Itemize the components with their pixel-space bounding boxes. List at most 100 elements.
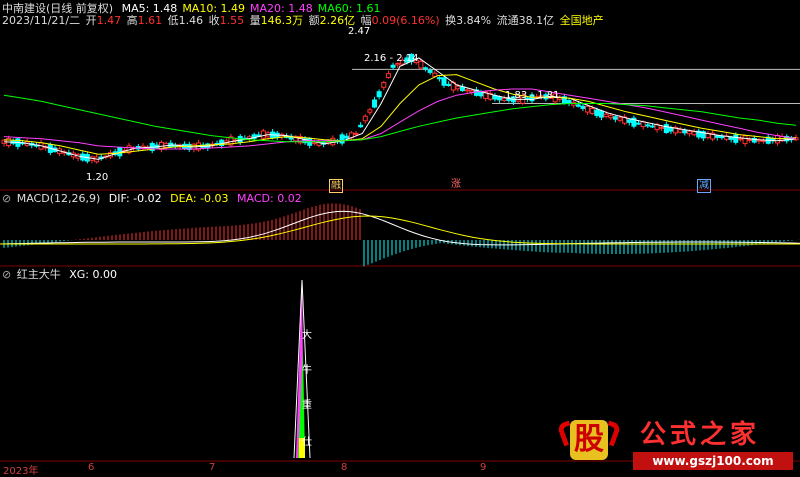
candle-body (737, 138, 743, 141)
close-label: 收 (208, 14, 220, 27)
event-tag-limit-up-text: 涨 (451, 179, 461, 190)
candle-body (617, 117, 623, 121)
high-label: 高 (126, 14, 138, 27)
candle-body (682, 130, 688, 134)
ma-line-ma60 (3, 94, 797, 143)
turnover-value: 3.84% (456, 14, 492, 27)
candle-body (367, 109, 373, 113)
candle-body (649, 125, 655, 128)
candle-body (580, 105, 586, 109)
high-mark-label: 2.47 (348, 26, 371, 37)
candle-body (436, 77, 442, 80)
candle-body (469, 90, 475, 93)
amount-label: 额 (308, 14, 320, 27)
candle-body (478, 91, 484, 97)
candle-body (742, 135, 748, 145)
candle-body (640, 121, 646, 128)
candle-body (385, 73, 391, 78)
range1-label: 2.16 - 2.14 (364, 53, 419, 64)
sector-label[interactable]: 全国地产 (560, 14, 604, 27)
change-value: 0.09(6.16%) (371, 14, 440, 27)
low-value: 1.46 (178, 14, 204, 27)
candle-body (645, 124, 651, 127)
candle-body (589, 107, 595, 115)
candle-body (339, 134, 345, 144)
x-axis-month-7: 7 (209, 462, 216, 473)
macd-dea: DEA: -0.03 (170, 192, 229, 205)
event-tag-reduce[interactable]: 减 (697, 179, 711, 193)
candle-body (663, 124, 669, 134)
candle-body (372, 99, 378, 108)
candle-body (260, 130, 266, 139)
candle-body (603, 113, 609, 118)
volume-value: 146.3万 (260, 14, 304, 27)
candle-body (575, 104, 581, 107)
candle-body (464, 89, 470, 92)
candle-body (460, 86, 466, 92)
candle-body (376, 91, 382, 98)
macd-dif: DIF: -0.02 (108, 192, 162, 205)
float-value: 38.1亿 (518, 14, 555, 27)
candle-body (626, 119, 632, 123)
candle-body (358, 124, 364, 128)
watermark-title: 公式之家 (640, 420, 761, 450)
candle-body (761, 139, 767, 142)
event-tag-margin-text: 融 (331, 180, 341, 191)
indicator-expand-icon[interactable]: ⊘ (2, 268, 11, 281)
float-label: 流通 (496, 14, 519, 27)
indicator-header: ⊘ 红主大牛 XG: 0.00 (2, 268, 122, 281)
candle-body (691, 131, 697, 136)
candle-body (677, 129, 683, 133)
candle-body (668, 127, 674, 132)
close-value: 1.55 (219, 14, 245, 27)
turnover-label: 换 (445, 14, 457, 27)
x-axis-month-6: 6 (88, 462, 95, 473)
high-value: 1.61 (137, 14, 163, 27)
candle-body (441, 77, 447, 86)
indicator-xg: XG: 0.00 (69, 268, 117, 281)
macd-header: ⊘ MACD(12,26,9) DIF: -0.02 DEA: -0.03 MA… (2, 192, 307, 205)
candle-body (659, 126, 665, 129)
watermark-logo: 股 (556, 418, 622, 466)
candle-body (612, 116, 618, 120)
candle-body (381, 82, 387, 88)
macd-value: MACD: 0.02 (237, 192, 302, 205)
candle-body (418, 60, 424, 69)
candle-body (594, 109, 600, 117)
low-mark-label: 1.20 (86, 172, 109, 183)
low-label: 低 (167, 14, 179, 27)
candle-body (446, 83, 452, 86)
candle-body (774, 134, 780, 144)
event-tag-limit-up[interactable]: 涨 (450, 179, 462, 191)
ohlc-header: 2023/11/21/二 开1.47 高1.61 低1.46 收1.55 量14… (2, 14, 609, 27)
macd-expand-icon[interactable]: ⊘ (2, 192, 11, 205)
candle-body (585, 105, 591, 113)
stock-chart-canvas[interactable] (0, 0, 800, 475)
candle-body (747, 139, 753, 142)
date-label: 2023/11/21/二 (2, 14, 81, 27)
indicator-title[interactable]: 红主大牛 (17, 268, 61, 281)
candle-body (353, 132, 359, 135)
spike-char-3: 重 (302, 400, 312, 411)
watermark-big-char: 股 (570, 420, 608, 460)
candle-body (714, 135, 720, 138)
candle-body (427, 70, 433, 73)
candle-body (636, 122, 642, 125)
range2-label: 1.83 - 1.81 (505, 90, 560, 101)
candle-body (598, 110, 604, 118)
candle-body (497, 96, 503, 101)
candle-body (422, 67, 428, 70)
x-axis-month-9: 9 (480, 462, 487, 473)
event-tag-reduce-text: 减 (699, 180, 709, 191)
watermark-url[interactable]: www.gszj100.com (633, 452, 793, 470)
candle-body (344, 135, 350, 139)
open-value: 1.47 (96, 14, 122, 27)
event-tag-margin[interactable]: 融 (329, 179, 343, 193)
candle-body (566, 100, 572, 104)
spike-char-4: 仕 (302, 437, 312, 448)
candle-body (686, 130, 692, 135)
candle-body (455, 85, 461, 90)
candle-body (390, 64, 396, 68)
candle-body (733, 134, 739, 143)
macd-title[interactable]: MACD(12,26,9) (17, 192, 101, 205)
